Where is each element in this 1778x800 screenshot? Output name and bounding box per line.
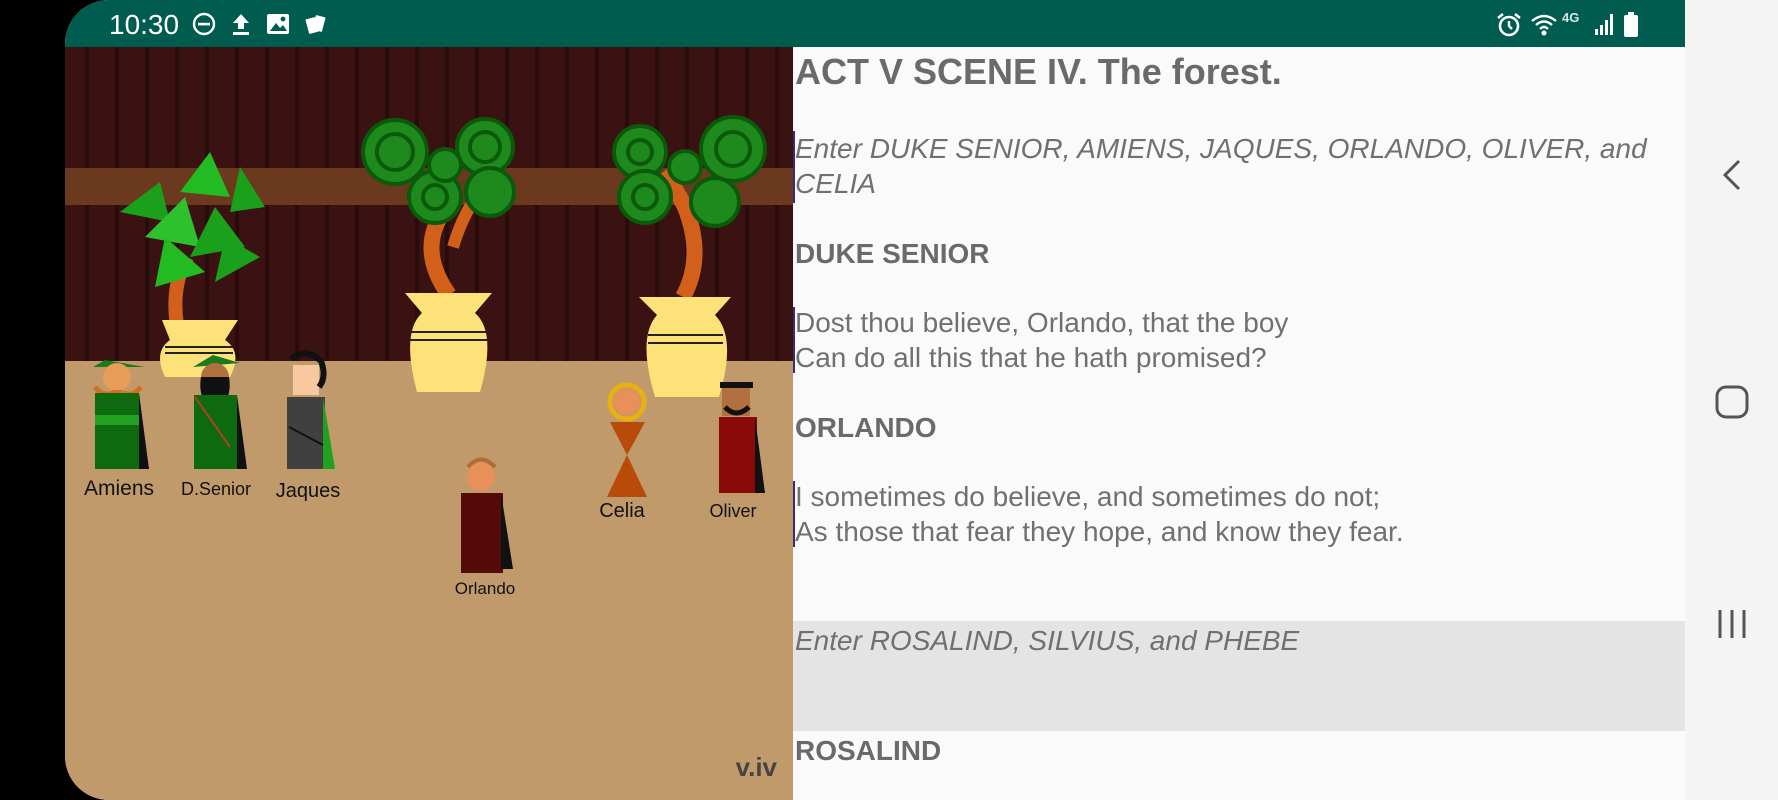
label-jaques: Jaques	[276, 480, 341, 502]
stage-direction-line: Enter ROSALIND, SILVIUS, and PHEBE	[795, 625, 1300, 656]
label-duke-senior: D.Senior	[181, 479, 251, 499]
battery-icon	[1622, 11, 1640, 44]
network-4g-icon: 4G	[1562, 10, 1580, 25]
scene-tag: v.iv	[736, 752, 778, 782]
home-icon[interactable]	[1685, 382, 1778, 427]
speaker-name[interactable]: DUKE SENIOR	[795, 238, 989, 270]
alarm-icon	[1495, 11, 1523, 44]
speech-line[interactable]: As those that fear they hope, and know t…	[795, 514, 1404, 549]
wifi-icon	[1530, 11, 1558, 44]
label-celia: Celia	[599, 500, 645, 522]
gallery-icon	[265, 11, 291, 42]
speech-line[interactable]: I sometimes do believe, and sometimes do…	[795, 479, 1380, 514]
phone-screen: 10:30 4G Amiens D.Senior Jaques Orlando …	[65, 0, 1685, 800]
stage-view[interactable]: Amiens D.Senior Jaques Orlando Celia Oli…	[65, 47, 793, 800]
cards-icon	[303, 11, 329, 42]
status-bar: 10:30 4G	[65, 0, 1685, 47]
speech-line[interactable]: Can do all this that he hath promised?	[795, 340, 1267, 375]
label-oliver: Oliver	[709, 501, 756, 521]
stage-direction-line: Enter DUKE SENIOR, AMIENS, JAQUES, ORLAN…	[795, 133, 1647, 164]
speaker-name[interactable]: ROSALIND	[795, 735, 941, 767]
label-amiens: Amiens	[84, 477, 154, 500]
status-time: 10:30	[109, 9, 180, 40]
stage-direction-line: CELIA	[795, 168, 876, 199]
recents-icon[interactable]	[1685, 604, 1778, 649]
speaker-name[interactable]: ORLANDO	[795, 412, 937, 444]
speech-line[interactable]: Dost thou believe, Orlando, that the boy	[795, 305, 1288, 340]
signal-icon	[1593, 11, 1617, 42]
label-orlando: Orlando	[455, 579, 515, 598]
script-text-pane[interactable]: ACT V SCENE IV. The forest. Enter DUKE S…	[793, 47, 1685, 800]
back-icon[interactable]	[1685, 155, 1778, 200]
scene-title: ACT V SCENE IV. The forest.	[795, 51, 1282, 92]
upload-icon	[230, 11, 252, 42]
do-not-disturb-icon	[191, 11, 217, 42]
navigation-bar	[1685, 0, 1778, 800]
